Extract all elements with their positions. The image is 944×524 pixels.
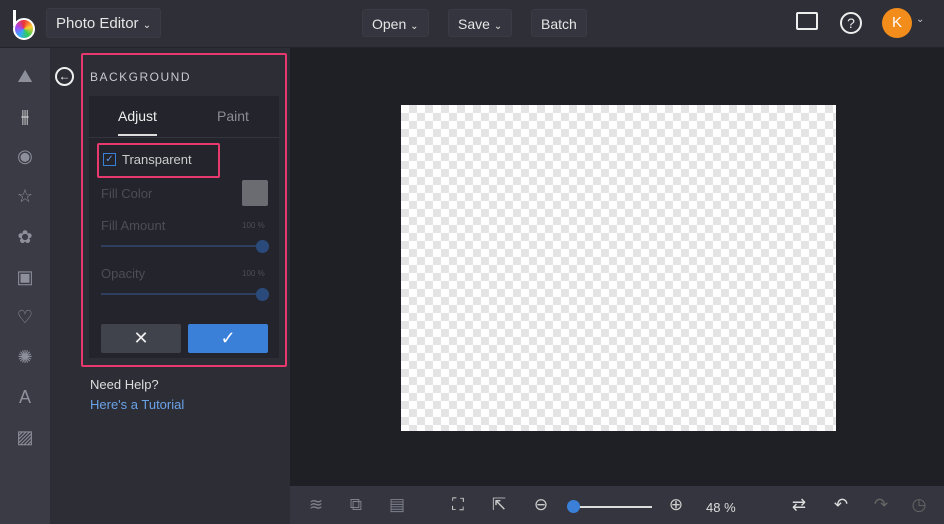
frame-icon[interactable]: ▣ xyxy=(14,266,36,288)
top-bar: Photo Editor ⌄ Open ⌄ Save ⌄ Batch ? K ⌄ xyxy=(0,0,944,48)
redo-icon[interactable]: ↷ xyxy=(870,495,892,515)
batch-label: Batch xyxy=(541,16,577,32)
tool-rail: ⛰ ⫵ ◉ ☆ ✿ ▣ ♡ ✺ A ▨ xyxy=(0,48,50,524)
open-button[interactable]: Open ⌄ xyxy=(362,9,429,37)
chevron-down-icon: ⌄ xyxy=(142,20,152,31)
open-label: Open xyxy=(372,16,407,32)
star-icon[interactable]: ☆ xyxy=(14,185,36,207)
badge-icon[interactable]: ✺ xyxy=(14,346,36,368)
tutorial-link[interactable]: Here's a Tutorial xyxy=(90,397,184,412)
undo-icon[interactable]: ↶ xyxy=(830,495,852,515)
crop-layer-icon[interactable]: ⧉ xyxy=(345,495,367,515)
batch-button[interactable]: Batch xyxy=(531,9,587,37)
chevron-down-icon[interactable]: ⌄ xyxy=(916,14,924,25)
back-arrow-icon[interactable]: ← xyxy=(55,67,74,86)
avatar[interactable]: K xyxy=(882,8,912,38)
app-menu-label: Photo Editor xyxy=(56,15,139,32)
layout-icon[interactable]: ▤ xyxy=(386,495,408,515)
help-title: Need Help? xyxy=(90,377,159,392)
zoom-handle[interactable] xyxy=(567,500,580,513)
fit-screen-icon[interactable]: ⛶ xyxy=(447,495,469,515)
actual-size-icon[interactable]: ⇱ xyxy=(488,495,510,515)
zoom-in-icon[interactable]: ⊕ xyxy=(665,495,687,515)
zoom-value: 48 % xyxy=(706,500,736,515)
effects-icon[interactable]: ✿ xyxy=(14,226,36,248)
comments-icon[interactable] xyxy=(796,12,818,30)
chevron-down-icon: ⌄ xyxy=(410,21,419,32)
image-icon[interactable]: ⛰ xyxy=(14,65,36,87)
zoom-out-icon[interactable]: ⊖ xyxy=(530,495,552,515)
adjust-sliders-icon[interactable]: ⫵ xyxy=(14,105,36,127)
text-icon[interactable]: A xyxy=(14,386,36,408)
panel-highlight xyxy=(81,53,287,367)
chevron-down-icon: ⌄ xyxy=(493,21,503,32)
heart-icon[interactable]: ♡ xyxy=(14,306,36,328)
texture-icon[interactable]: ▨ xyxy=(14,426,36,448)
canvas-image[interactable] xyxy=(401,105,836,431)
help-icon[interactable]: ? xyxy=(840,12,862,34)
app-menu-button[interactable]: Photo Editor ⌄ xyxy=(46,8,162,38)
history-icon[interactable]: ◷ xyxy=(908,495,930,515)
layers-icon[interactable]: ≋ xyxy=(305,495,327,515)
eye-icon[interactable]: ◉ xyxy=(14,145,36,167)
save-label: Save xyxy=(458,16,490,32)
flip-icon[interactable]: ⇄ xyxy=(788,495,810,515)
zoom-slider[interactable] xyxy=(570,506,652,508)
app-logo[interactable] xyxy=(12,10,36,40)
save-button[interactable]: Save ⌄ xyxy=(448,9,513,37)
bottom-bar: ≋ ⧉ ▤ ⛶ ⇱ ⊖ ⊕ 48 % ⇄ ↶ ↷ ◷ xyxy=(290,486,944,524)
